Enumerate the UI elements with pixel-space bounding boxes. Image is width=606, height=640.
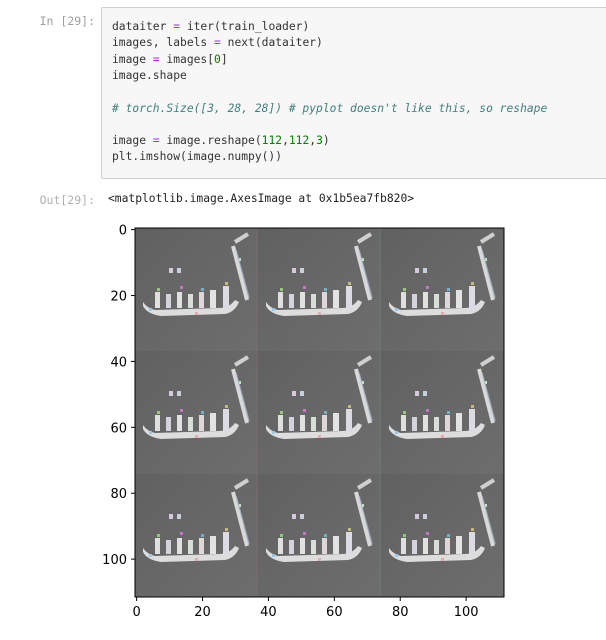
code-token: = — [214, 36, 221, 50]
input-prompt: In [29]: — [39, 14, 95, 28]
code-token: next(dataiter) — [220, 36, 323, 50]
code-token: 3 — [316, 134, 323, 148]
output-prompt: Out[29]: — [39, 193, 95, 207]
code-token: images, labels — [112, 36, 215, 50]
code-line: image = images[0] — [112, 52, 228, 68]
x-tick-label: 100 — [454, 605, 479, 620]
output-text: <matplotlib.image.AxesImage at 0x1b5ea7f… — [108, 192, 415, 205]
code-token: iter(train_loader) — [180, 20, 310, 33]
imshow-plot: 0 20 40 60 80 100 0 20 40 60 80 100 — [102, 224, 506, 620]
y-tick-label: 100 — [102, 553, 127, 568]
code-token: = — [173, 20, 181, 33]
code-token: dataiter — [112, 20, 174, 33]
y-tick-label: 20 — [110, 290, 127, 305]
code-line: dataiter = iter(train_loader) — [112, 19, 309, 35]
code-token: image — [112, 52, 153, 66]
y-tick-label: 80 — [110, 487, 127, 502]
code-line: # torch.Size([3, 28, 28]) # pyplot doesn… — [112, 101, 547, 117]
code-line: image.shape — [112, 68, 187, 84]
code-token: ) — [322, 134, 330, 148]
x-tick-label: 0 — [133, 605, 141, 620]
code-token: = — [152, 134, 160, 148]
code-line: image = image.reshape(112,112,3) — [112, 133, 330, 149]
y-tick-label: 40 — [110, 355, 127, 370]
code-line: images, labels = next(dataiter) — [112, 35, 323, 51]
x-tick-label: 40 — [260, 605, 277, 620]
code-token: images[ — [159, 52, 215, 66]
code-token: image.reshape( — [159, 134, 262, 148]
code-token: # torch.Size([3, 28, 28]) # pyplot doesn… — [112, 101, 548, 115]
code-token: ] — [220, 52, 228, 66]
code-cell[interactable]: dataiter = iter(train_loader) images, lab… — [101, 7, 606, 179]
code-token: 112 — [261, 134, 283, 148]
code-token: plt.imshow(image.numpy()) — [112, 150, 283, 164]
x-tick-label: 20 — [194, 605, 211, 620]
code-line: plt.imshow(image.numpy()) — [112, 149, 282, 165]
code-token: = — [152, 52, 160, 66]
y-tick-label: 60 — [110, 421, 127, 436]
code-token: 112 — [288, 134, 310, 148]
code-token: , — [282, 134, 289, 148]
code-token: image.shape — [112, 68, 187, 82]
x-tick-label: 80 — [392, 605, 409, 620]
y-tick-label: 0 — [119, 224, 127, 239]
code-token: 0 — [214, 52, 221, 66]
x-tick-label: 60 — [326, 605, 343, 620]
code-token: image — [112, 134, 153, 148]
image-grid — [133, 226, 506, 599]
